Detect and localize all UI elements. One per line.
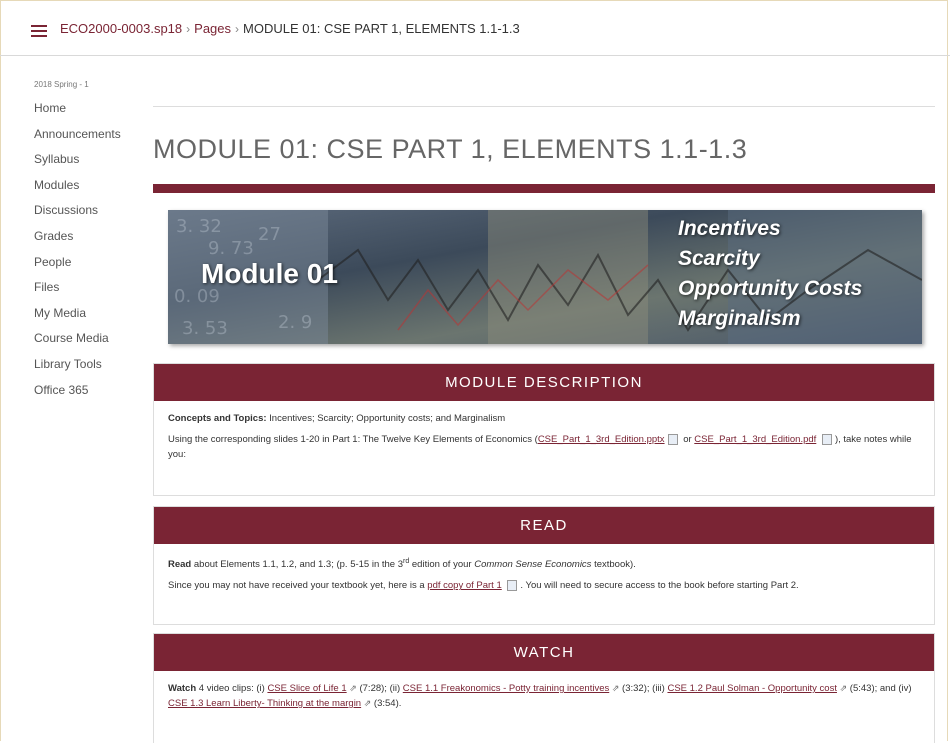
since-paragraph: Since you may not have received your tex… xyxy=(168,578,920,593)
watch-label: Watch xyxy=(168,683,197,694)
concepts-paragraph: Concepts and Topics: Incentives; Scarcit… xyxy=(168,411,920,426)
chevron-right-icon: › xyxy=(235,22,240,36)
sidebar-item-announcements[interactable]: Announcements xyxy=(34,122,144,148)
sidebar-item-my-media[interactable]: My Media xyxy=(34,301,144,327)
banner-keyword: Marginalism xyxy=(678,307,801,330)
sidebar-item-people[interactable]: People xyxy=(34,250,144,276)
sidebar-item-home[interactable]: Home xyxy=(34,96,144,122)
since-text: Since you may not have received your tex… xyxy=(168,580,428,592)
read-text: textbook). xyxy=(591,559,636,571)
sidebar-item-files[interactable]: Files xyxy=(34,275,144,301)
since-text: . You will need to secure access to the … xyxy=(520,580,799,592)
read-text: about Elements 1.1, 1.2, and 1.3; (p. 5-… xyxy=(191,559,404,571)
read-label: Read xyxy=(168,559,192,571)
divider xyxy=(153,106,935,107)
module-banner: 3. 32 9. 73 0. 09 3. 53 27 2. 9 Module 01 In… xyxy=(168,210,922,344)
section-header: MODULE DESCRIPTION xyxy=(154,364,934,401)
watch-section: WATCH Watch 4 video clips: (i) CSE Slice… xyxy=(153,633,935,743)
module-description-section: MODULE DESCRIPTION Concepts and Topics: … xyxy=(153,363,935,496)
video-link-3[interactable]: CSE 1.2 Paul Solman - Opportunity cost xyxy=(667,683,837,694)
slides-text: Using the corresponding slides 1-20 in P… xyxy=(168,434,538,445)
document-preview-icon[interactable] xyxy=(507,580,518,592)
sidebar-item-office-365[interactable]: Office 365 xyxy=(34,378,144,404)
course-nav: 2018 Spring - 1 Home Announcements Sylla… xyxy=(34,80,144,403)
watch-text: (3:32); (iii) xyxy=(619,683,668,694)
sidebar-item-syllabus[interactable]: Syllabus xyxy=(34,147,144,173)
hamburger-menu-icon[interactable] xyxy=(31,25,47,37)
pptx-link[interactable]: CSE_Part_1_3rd_Edition.pptx xyxy=(538,434,665,445)
chevron-right-icon: › xyxy=(186,22,191,36)
watch-paragraph: Watch 4 video clips: (i) CSE Slice of Li… xyxy=(168,681,920,711)
sidebar-item-course-media[interactable]: Course Media xyxy=(34,326,144,352)
svg-text:2. 9: 2. 9 xyxy=(278,312,312,333)
page-title: MODULE 01: CSE PART 1, ELEMENTS 1.1-1.3 xyxy=(153,134,748,164)
watch-text: (3:54). xyxy=(371,698,402,709)
title-accent-bar xyxy=(153,184,935,193)
or-text: or xyxy=(680,434,695,445)
section-header: READ xyxy=(154,507,934,544)
breadcrumb: ECO2000-0003.sp18 › Pages › MODULE 01: CSE P… xyxy=(60,21,520,36)
svg-text:3. 32: 3. 32 xyxy=(176,216,222,237)
svg-text:27: 27 xyxy=(258,224,281,245)
watch-text: (5:43); and (iv) xyxy=(847,683,912,694)
section-header: WATCH xyxy=(154,634,934,671)
document-preview-icon[interactable] xyxy=(821,433,832,445)
svg-text:3. 53: 3. 53 xyxy=(182,318,228,339)
pdf-part1-link[interactable]: pdf copy of Part 1 xyxy=(427,580,501,591)
sidebar-item-discussions[interactable]: Discussions xyxy=(34,198,144,224)
sidebar-item-library-tools[interactable]: Library Tools xyxy=(34,352,144,378)
sidebar-item-grades[interactable]: Grades xyxy=(34,224,144,250)
sidebar-item-modules[interactable]: Modules xyxy=(34,173,144,199)
breadcrumb-current: MODULE 01: CSE PART 1, ELEMENTS 1.1-1.3 xyxy=(243,21,520,36)
banner-title: Module 01 xyxy=(201,258,338,289)
top-bar: ECO2000-0003.sp18 › Pages › MODULE 01: CSE P… xyxy=(0,0,950,56)
book-title: Common Sense Economics xyxy=(474,559,592,571)
banner-keyword: Opportunity Costs xyxy=(678,277,863,300)
watch-text: 4 video clips: (i) xyxy=(196,683,268,694)
read-paragraph: Read about Elements 1.1, 1.2, and 1.3; (… xyxy=(168,554,920,572)
banner-keyword: Scarcity xyxy=(678,247,760,270)
video-link-1[interactable]: CSE Slice of Life 1 xyxy=(267,683,346,694)
banner-keyword: Incentives xyxy=(678,217,781,240)
slides-paragraph: Using the corresponding slides 1-20 in P… xyxy=(168,432,920,462)
pdf-link[interactable]: CSE_Part_1_3rd_Edition.pdf xyxy=(694,434,816,445)
watch-text: (7:28); (ii) xyxy=(356,683,403,694)
breadcrumb-pages[interactable]: Pages xyxy=(194,21,231,36)
breadcrumb-course[interactable]: ECO2000-0003.sp18 xyxy=(60,21,182,36)
video-link-2[interactable]: CSE 1.1 Freakonomics - Potty training in… xyxy=(403,683,609,694)
document-preview-icon[interactable] xyxy=(667,433,678,445)
term-label: 2018 Spring - 1 xyxy=(34,80,89,89)
video-link-4[interactable]: CSE 1.3 Learn Liberty- Thinking at the m… xyxy=(168,698,361,709)
external-link-icon: ⇗ xyxy=(349,683,357,693)
concepts-label: Concepts and Topics: xyxy=(168,413,267,424)
concepts-text: Incentives; Scarcity; Opportunity costs;… xyxy=(266,413,506,424)
read-text: edition of your xyxy=(409,559,475,571)
read-section: READ Read about Elements 1.1, 1.2, and 1… xyxy=(153,506,935,625)
svg-text:9. 73: 9. 73 xyxy=(208,238,254,259)
